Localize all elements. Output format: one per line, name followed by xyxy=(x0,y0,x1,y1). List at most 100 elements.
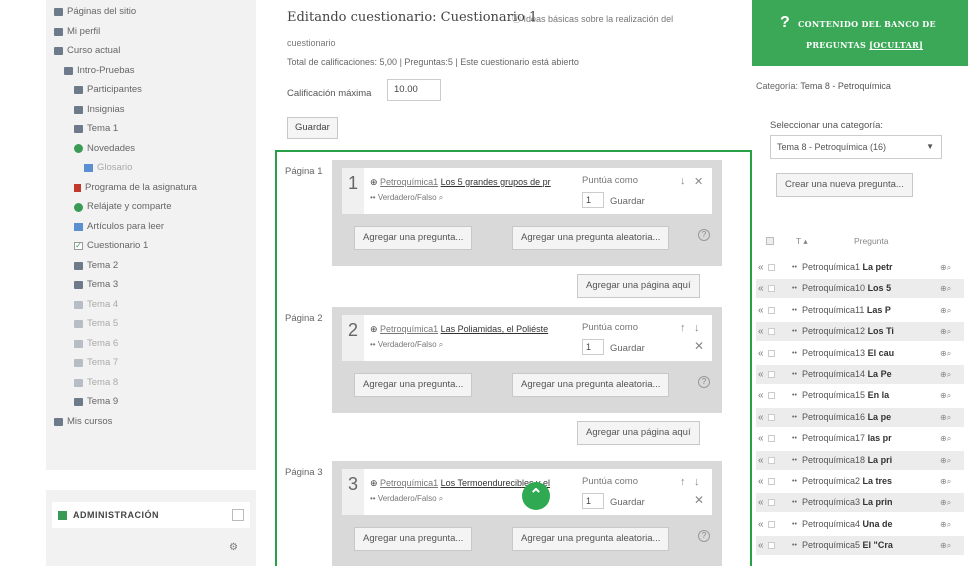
nav-item[interactable]: Páginas del sitio xyxy=(54,4,136,20)
add-question-button[interactable]: Agregar una pregunta... xyxy=(354,373,473,397)
nav-item[interactable]: Tema 1 xyxy=(74,121,118,137)
preview-icon[interactable]: ⊕⌕ xyxy=(940,258,951,277)
question-category-link[interactable]: Petroquímica1 xyxy=(380,324,438,334)
add-to-quiz-icon[interactable]: « xyxy=(758,301,764,320)
help-icon[interactable]: ? xyxy=(698,376,710,388)
move-down-icon[interactable]: ↓ xyxy=(694,322,700,334)
preview-icon[interactable]: ⊕⌕ xyxy=(940,344,951,363)
move-up-icon[interactable]: ↑ xyxy=(680,322,686,334)
preview-icon[interactable]: ⊕⌕ xyxy=(940,493,951,512)
nav-item[interactable]: Mis cursos xyxy=(54,414,112,430)
create-question-button[interactable]: Crear una nueva pregunta... xyxy=(776,173,913,197)
administration-header[interactable]: ADMINISTRACIÓN xyxy=(52,502,250,528)
preview-icon[interactable]: ⊕⌕ xyxy=(940,322,951,341)
preview-icon[interactable]: ⊕⌕ xyxy=(940,386,951,405)
save-points-button[interactable]: Guardar xyxy=(610,497,645,508)
row-checkbox[interactable] xyxy=(768,264,775,271)
question-title[interactable]: ⊕ Petroquímica1 Las Poliamidas, el Polié… xyxy=(370,324,580,335)
category-select[interactable]: Tema 8 - Petroquímica (16) ▼ xyxy=(770,135,942,159)
preview-icon[interactable]: ⊕⌕ xyxy=(940,408,951,427)
nav-item[interactable]: Tema 6 xyxy=(74,336,118,352)
add-to-quiz-icon[interactable]: « xyxy=(758,536,764,555)
nav-item[interactable]: Artículos para leer xyxy=(74,219,164,235)
add-to-quiz-icon[interactable]: « xyxy=(758,451,764,470)
nav-item[interactable]: Relájate y comparte xyxy=(74,199,171,215)
help-icon[interactable]: ? xyxy=(698,229,710,241)
help-icon[interactable]: ? xyxy=(698,530,710,542)
nav-item[interactable]: Tema 7 xyxy=(74,355,118,371)
question-column-header[interactable]: Pregunta xyxy=(854,236,889,246)
hide-bank-link[interactable]: [OCULTAR] xyxy=(869,40,923,50)
question-name-link[interactable]: Las Poliamidas, el Poliéste xyxy=(441,324,549,334)
row-checkbox[interactable] xyxy=(768,413,775,421)
nav-item[interactable]: Tema 2 xyxy=(74,258,118,274)
row-checkbox[interactable] xyxy=(768,542,775,550)
nav-item[interactable]: Glosario xyxy=(84,160,132,176)
row-checkbox[interactable] xyxy=(768,371,775,378)
preview-icon[interactable]: ⊕⌕ xyxy=(940,279,951,298)
question-category-link[interactable]: Petroquímica1 xyxy=(380,177,438,187)
nav-item[interactable]: Mi perfil xyxy=(54,24,100,40)
nav-item[interactable]: Tema 3 xyxy=(74,277,118,293)
points-input[interactable]: 1 xyxy=(582,339,604,355)
nav-item[interactable]: Novedades xyxy=(74,141,135,157)
row-checkbox[interactable] xyxy=(768,328,775,336)
help-link-continued[interactable]: cuestionario xyxy=(287,38,336,48)
add-page-button[interactable]: Agregar una página aquí xyxy=(577,274,700,298)
save-points-button[interactable]: Guardar xyxy=(610,343,645,354)
row-checkbox[interactable] xyxy=(768,478,775,485)
save-points-button[interactable]: Guardar xyxy=(610,196,645,207)
row-checkbox[interactable] xyxy=(768,285,775,293)
nav-item[interactable]: Curso actual xyxy=(54,43,120,59)
max-grade-input[interactable]: 10.00 xyxy=(387,79,441,101)
scroll-top-button[interactable]: ⌃ xyxy=(522,482,550,510)
nav-item[interactable]: Programa de la asignatura xyxy=(74,180,197,196)
block-collapse-icon[interactable] xyxy=(232,509,244,521)
save-max-grade-button[interactable]: Guardar xyxy=(287,117,338,139)
move-up-icon[interactable]: ↑ xyxy=(680,476,686,488)
add-to-quiz-icon[interactable]: « xyxy=(758,322,764,341)
row-checkbox[interactable] xyxy=(768,349,775,357)
move-down-icon[interactable]: ↓ xyxy=(694,476,700,488)
help-link[interactable]: ⓘ Ideas básicas sobre la realización del xyxy=(512,12,673,25)
delete-icon[interactable]: ✕ xyxy=(694,339,704,353)
row-checkbox[interactable] xyxy=(768,499,775,507)
add-page-button[interactable]: Agregar una página aquí xyxy=(577,421,700,445)
add-random-question-button[interactable]: Agregar una pregunta aleatoria... xyxy=(512,373,670,397)
select-all-checkbox[interactable] xyxy=(766,237,774,245)
search-icon[interactable]: ⌕ xyxy=(437,340,443,349)
preview-icon[interactable]: ⊕⌕ xyxy=(940,301,951,320)
nav-item[interactable]: ✓ Cuestionario 1 xyxy=(74,238,148,254)
add-to-quiz-icon[interactable]: « xyxy=(758,472,764,491)
nav-item[interactable]: Tema 5 xyxy=(74,316,118,332)
move-down-icon[interactable]: ↓ xyxy=(680,175,686,187)
preview-icon[interactable]: ⊕⌕ xyxy=(940,515,951,534)
row-checkbox[interactable] xyxy=(768,456,775,464)
nav-item[interactable]: Insignias xyxy=(74,102,125,118)
nav-item[interactable]: Participantes xyxy=(74,82,142,98)
preview-icon[interactable]: ⊕⌕ xyxy=(940,536,951,555)
gear-icon[interactable]: ⚙ xyxy=(229,542,238,553)
preview-icon[interactable]: ⊕⌕ xyxy=(940,451,951,470)
nav-item[interactable]: Tema 9 xyxy=(74,394,118,410)
add-to-quiz-icon[interactable]: « xyxy=(758,429,764,448)
preview-icon[interactable]: ⊕⌕ xyxy=(940,429,951,448)
question-category-link[interactable]: Petroquímica1 xyxy=(380,478,438,488)
type-column-header[interactable]: T ▴ xyxy=(796,236,808,247)
nav-item[interactable]: Tema 8 xyxy=(74,375,118,391)
add-to-quiz-icon[interactable]: « xyxy=(758,279,764,298)
add-random-question-button[interactable]: Agregar una pregunta aleatoria... xyxy=(512,527,670,551)
row-checkbox[interactable] xyxy=(768,520,775,528)
add-to-quiz-icon[interactable]: « xyxy=(758,365,764,384)
points-input[interactable]: 1 xyxy=(582,493,604,509)
row-checkbox[interactable] xyxy=(768,306,775,314)
question-name-link[interactable]: Los 5 grandes grupos de pr xyxy=(441,177,551,187)
preview-icon[interactable]: ⊕⌕ xyxy=(940,365,951,384)
row-checkbox[interactable] xyxy=(768,392,775,400)
preview-icon[interactable]: ⊕⌕ xyxy=(940,472,951,491)
add-random-question-button[interactable]: Agregar una pregunta aleatoria... xyxy=(512,226,670,250)
add-to-quiz-icon[interactable]: « xyxy=(758,258,764,277)
delete-icon[interactable]: ✕ xyxy=(694,175,703,188)
add-to-quiz-icon[interactable]: « xyxy=(758,515,764,534)
add-to-quiz-icon[interactable]: « xyxy=(758,344,764,363)
